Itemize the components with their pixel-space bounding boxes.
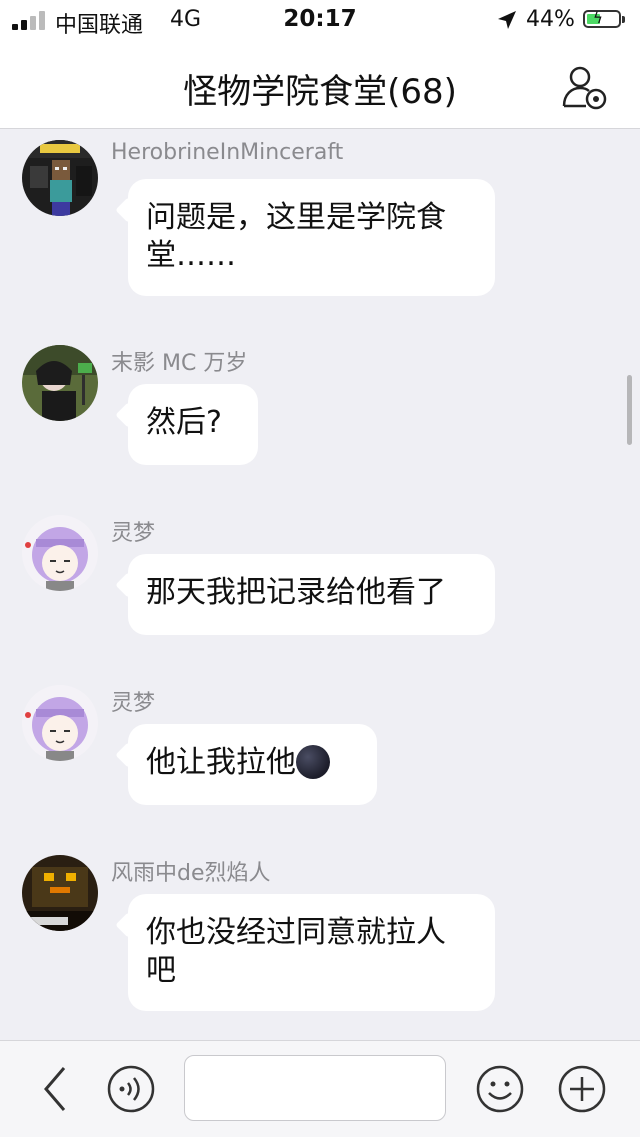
message-text-line: 堂…… bbox=[146, 238, 236, 273]
battery-percent: 44% bbox=[526, 7, 575, 32]
sender-name: 风雨中de烈焰人 bbox=[111, 861, 271, 886]
voice-icon[interactable] bbox=[106, 1064, 156, 1114]
chevron-left-icon[interactable] bbox=[30, 1064, 80, 1114]
chat-title: 怪物学院食堂(68) bbox=[183, 72, 457, 112]
location-arrow-icon bbox=[498, 11, 516, 29]
sender-name: 末影 MC 万岁 bbox=[111, 351, 248, 376]
sender-name: HerobrineInMinceraft bbox=[111, 140, 344, 165]
new-moon-face-emoji-icon bbox=[296, 744, 330, 779]
message-text: 然后? bbox=[146, 405, 222, 440]
plus-icon[interactable] bbox=[557, 1064, 607, 1114]
avatar[interactable] bbox=[22, 685, 98, 761]
chat-scrollbar[interactable] bbox=[627, 375, 632, 445]
sender-name: 灵梦 bbox=[111, 521, 156, 546]
avatar[interactable] bbox=[22, 345, 98, 421]
message-bubble[interactable]: 问题是，这里是学院食 堂…… bbox=[128, 179, 495, 296]
message-bubble[interactable]: 你也没经过同意就拉人 吧 bbox=[128, 894, 495, 1011]
message-input[interactable] bbox=[184, 1055, 446, 1121]
message-bubble[interactable]: 那天我把记录给他看了 bbox=[128, 554, 495, 635]
message-text: 他让我拉他 bbox=[146, 745, 296, 780]
message-text-line: 问题是，这里是学院食 bbox=[146, 200, 446, 235]
message-text-line: 你也没经过同意就拉人 bbox=[146, 915, 446, 950]
sender-name: 灵梦 bbox=[111, 691, 156, 716]
status-bar: 中国联通 4G 20:17 44% ϟ bbox=[0, 0, 640, 40]
chat-header: 怪物学院食堂(68) bbox=[0, 40, 640, 129]
smiley-icon[interactable] bbox=[475, 1064, 525, 1114]
message-bubble[interactable]: 他让我拉他 bbox=[128, 724, 377, 805]
avatar[interactable] bbox=[22, 515, 98, 591]
group-settings-icon[interactable] bbox=[560, 62, 610, 112]
message-text: 那天我把记录给他看了 bbox=[146, 575, 446, 610]
battery-icon: ϟ bbox=[583, 9, 625, 28]
avatar[interactable] bbox=[22, 855, 98, 931]
charging-bolt-icon: ϟ bbox=[593, 9, 603, 27]
message-bubble[interactable]: 然后? bbox=[128, 384, 258, 465]
avatar[interactable] bbox=[22, 140, 98, 216]
chat-input-bar bbox=[0, 1040, 640, 1137]
message-text-line: 吧 bbox=[146, 953, 176, 988]
